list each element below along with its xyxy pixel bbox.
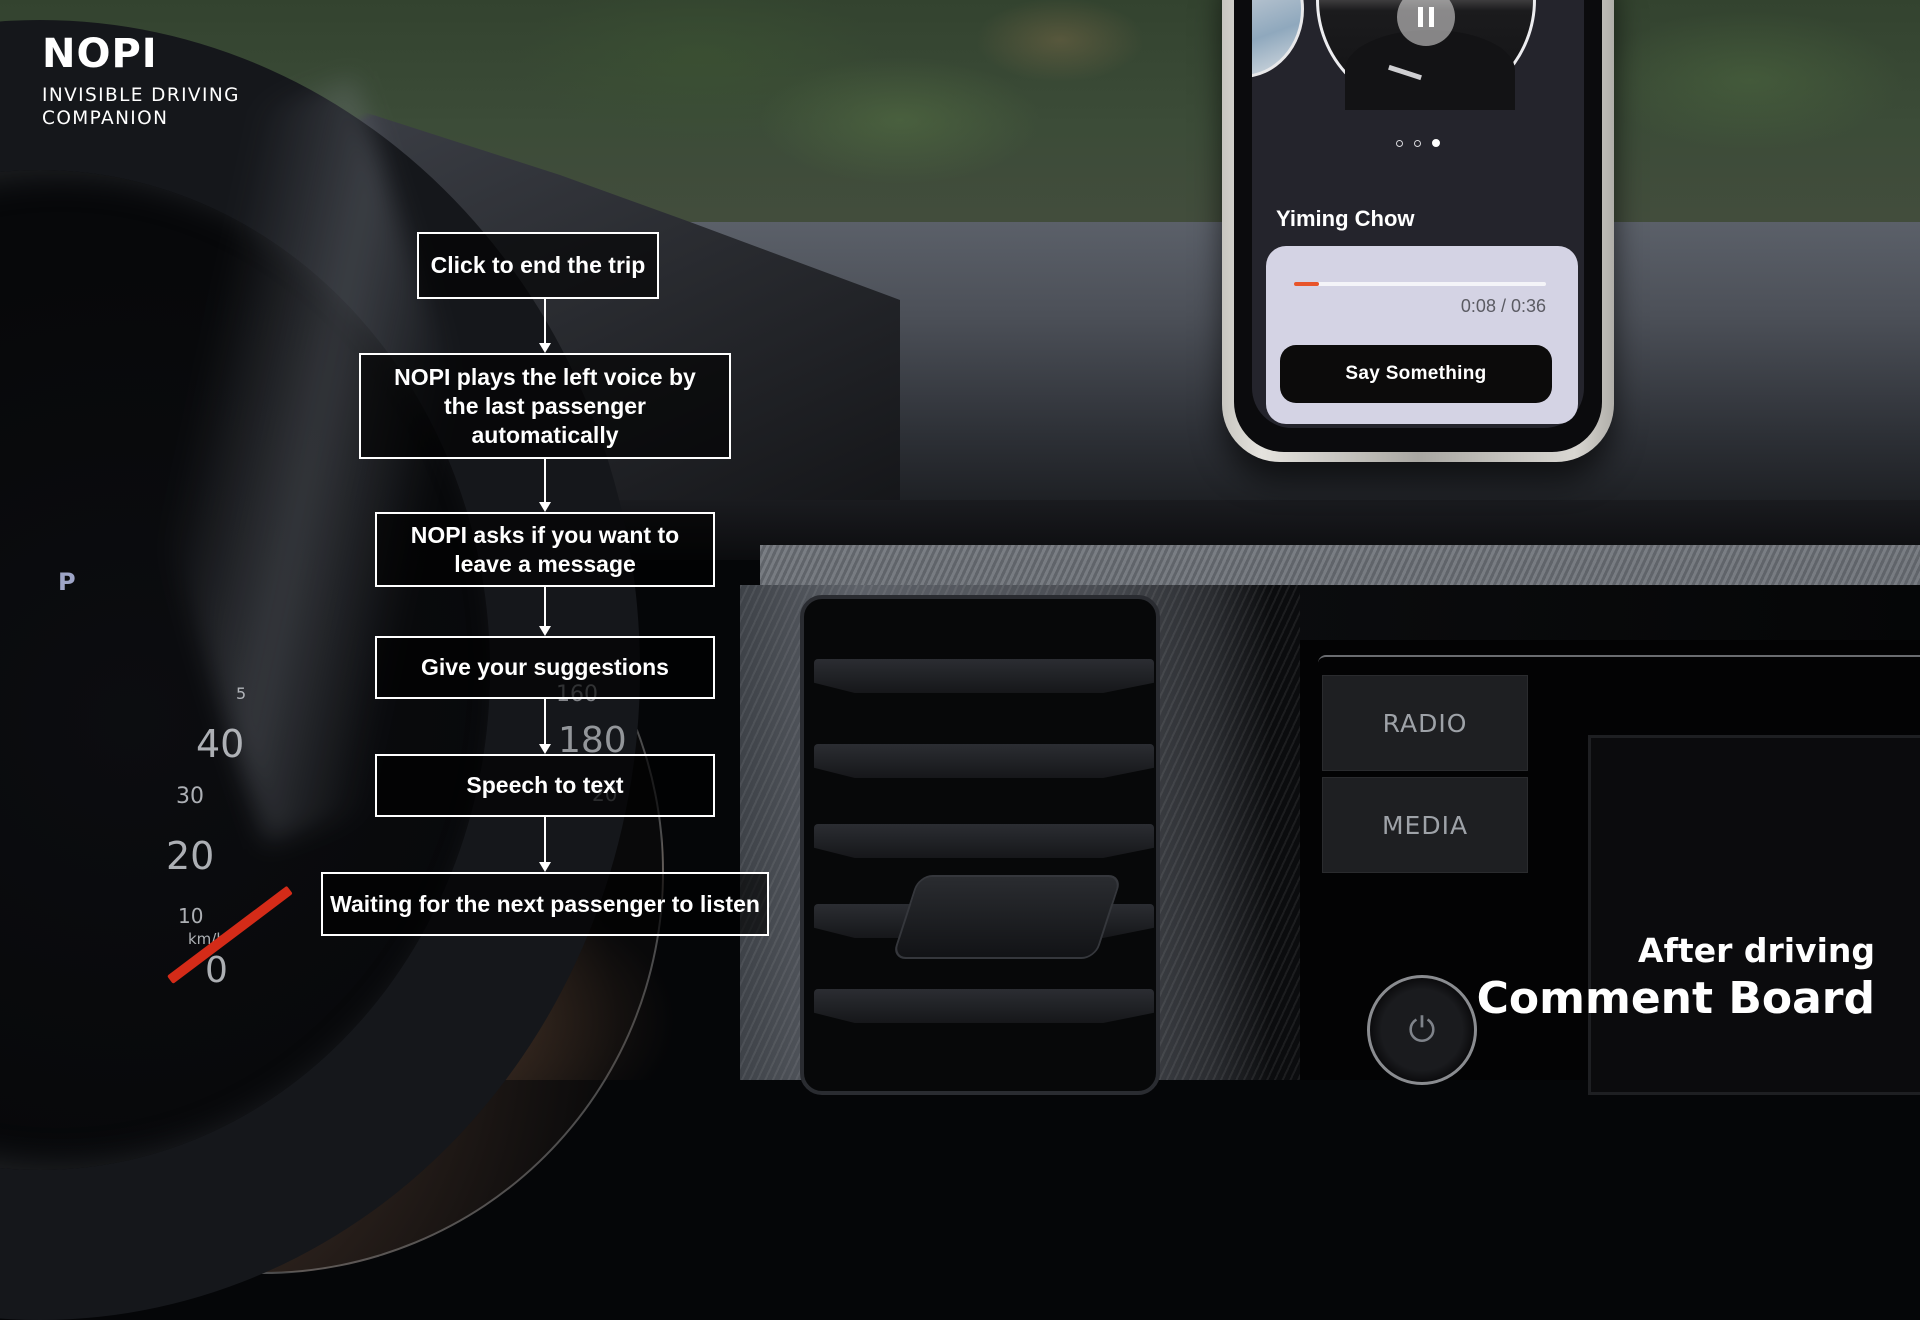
gauge-label: 20 — [166, 834, 215, 878]
flow-step-play-voice: NOPI plays the left voice by the last pa… — [359, 353, 731, 459]
air-vent — [800, 595, 1160, 1095]
vent-louver — [814, 824, 1154, 858]
flow-step-speech-to-text: Speech to text — [375, 754, 715, 817]
flow-step-ask-message: NOPI asks if you want to leave a message — [375, 512, 715, 587]
playback-progress-bar[interactable] — [1294, 282, 1546, 286]
caption-title: Comment Board — [1476, 973, 1875, 1024]
gauge-label: 5 — [236, 684, 247, 703]
power-knob[interactable]: ⏻ — [1367, 975, 1477, 1085]
carousel-dot-active[interactable] — [1432, 139, 1440, 147]
previous-passenger-avatar[interactable] — [1252, 0, 1304, 78]
gauge-label: 30 — [176, 784, 204, 809]
caption-subtitle: After driving — [1638, 931, 1875, 970]
brand-title: NOPI — [42, 31, 158, 77]
dashboard-trim-strip — [760, 545, 1920, 587]
slide-caption: After driving Comment Board — [1477, 930, 1875, 1026]
flow-arrow — [539, 817, 551, 872]
say-something-button[interactable]: Say Something — [1280, 345, 1552, 403]
pause-icon — [1429, 7, 1434, 27]
playback-time: 0:08 / 0:36 — [1460, 296, 1546, 316]
contact-name: Yiming Chow — [1276, 206, 1415, 231]
flow-step-suggestions: Give your suggestions — [375, 636, 715, 699]
carousel-dot[interactable] — [1414, 139, 1421, 147]
flow-arrow — [539, 459, 551, 512]
flow-step-wait-next: Waiting for the next passenger to listen — [321, 872, 769, 936]
power-icon: ⏻ — [1408, 1010, 1436, 1049]
flow-arrow — [539, 299, 551, 353]
pause-icon — [1418, 7, 1423, 27]
gear-indicator: P — [58, 568, 76, 596]
flow-step-end-trip: Click to end the trip — [417, 232, 659, 299]
gauge-label: 10 — [178, 904, 204, 928]
brand-block: NOPI INVISIBLE DRIVING COMPANION — [42, 30, 240, 130]
carousel-dot[interactable] — [1396, 139, 1403, 147]
carousel-indicator — [1396, 139, 1440, 147]
vent-adjust-tab[interactable] — [891, 875, 1123, 959]
radio-button[interactable]: RADIO — [1322, 675, 1528, 771]
flow-arrow — [539, 587, 551, 636]
brand-subtitle-line2: COMPANION — [42, 108, 169, 129]
flow-arrow — [539, 699, 551, 754]
vent-louver — [814, 659, 1154, 693]
playback-progress-fill — [1294, 282, 1320, 286]
vent-louver — [814, 744, 1154, 778]
vent-louver — [814, 989, 1154, 1023]
radio-bezel — [1318, 655, 1920, 671]
brand-subtitle-line1: INVISIBLE DRIVING — [42, 85, 240, 106]
media-button[interactable]: MEDIA — [1322, 777, 1528, 873]
gauge-label: 40 — [196, 722, 245, 766]
radio-display — [1588, 735, 1920, 1095]
